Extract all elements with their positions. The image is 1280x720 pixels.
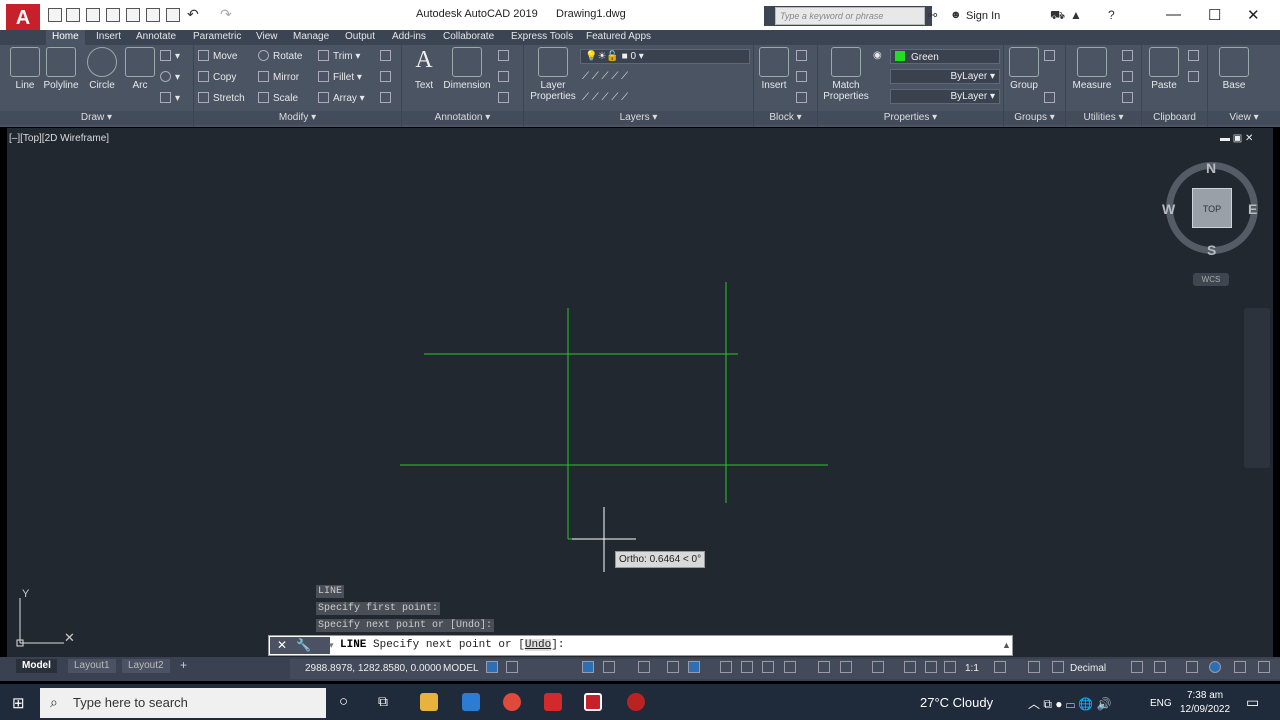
notifications-icon[interactable]: ▭ xyxy=(1246,694,1259,711)
ortho-icon[interactable] xyxy=(582,661,594,673)
gizmo-icon[interactable] xyxy=(872,661,884,673)
quick-properties-icon[interactable] xyxy=(1131,661,1143,673)
customization-icon[interactable] xyxy=(1258,661,1270,673)
clean-screen-icon[interactable] xyxy=(1234,661,1246,673)
drawing-lines xyxy=(16,282,828,647)
clock[interactable]: 7:38 am 12/09/2022 xyxy=(1180,689,1230,717)
add-layout-icon[interactable]: + xyxy=(180,658,187,672)
annotation-visibility-icon[interactable] xyxy=(904,661,916,673)
language-indicator[interactable]: ENG xyxy=(1150,698,1172,709)
model-space-button[interactable]: MODEL xyxy=(443,663,479,674)
navigation-bar[interactable] xyxy=(1244,308,1270,468)
undo-option[interactable]: Undo xyxy=(524,639,552,651)
recent-commands-icon[interactable]: ▾ xyxy=(329,640,334,651)
tab-layout2[interactable]: Layout2 xyxy=(122,659,170,673)
system-tray-icons[interactable]: ︿ ⧉ ● ▭ 🌐 🔊 xyxy=(1028,695,1112,712)
compass-north[interactable]: N xyxy=(1206,160,1216,176)
expand-history-icon[interactable]: ▲ xyxy=(1002,640,1011,650)
osnap-tracking-icon[interactable] xyxy=(667,661,679,673)
file-explorer-icon[interactable] xyxy=(420,693,438,711)
lineweight-icon[interactable] xyxy=(720,661,732,673)
screen-recorder-icon[interactable] xyxy=(627,693,645,711)
selection-cycling-icon[interactable] xyxy=(762,661,774,673)
isolate-objects-icon[interactable] xyxy=(1186,661,1198,673)
ucs-x-icon: ✕ xyxy=(64,630,75,645)
annotation-scale-value[interactable]: 1:1 xyxy=(965,663,979,674)
tab-layout1[interactable]: Layout1 xyxy=(68,659,116,673)
workspace-gear-icon[interactable] xyxy=(994,661,1006,673)
tab-model[interactable]: Model xyxy=(16,659,57,673)
hardware-acceleration-icon[interactable] xyxy=(1209,661,1221,673)
cortana-icon[interactable]: ○ xyxy=(339,693,348,710)
windows-start-icon[interactable]: ⊞ xyxy=(12,694,25,712)
weather-widget[interactable]: 27°C Cloudy xyxy=(920,695,993,710)
ucs-y-label: Y xyxy=(22,588,30,600)
compass-west[interactable]: W xyxy=(1162,201,1175,217)
compass-east[interactable]: E xyxy=(1248,201,1257,217)
units-icon[interactable] xyxy=(1052,661,1064,673)
command-prompt-end: ]: xyxy=(551,639,565,651)
annotation-monitor-icon[interactable] xyxy=(1028,661,1040,673)
isodraft-icon[interactable] xyxy=(638,661,650,673)
lock-ui-icon[interactable] xyxy=(1154,661,1166,673)
clock-date: 12/09/2022 xyxy=(1180,704,1231,715)
compass-south[interactable]: S xyxy=(1207,242,1216,258)
units-dropdown[interactable]: Decimal xyxy=(1070,663,1106,674)
close-cmd-icon[interactable]: ✕ xyxy=(277,638,287,652)
transparency-icon[interactable] xyxy=(741,661,753,673)
wps-office-icon[interactable] xyxy=(544,693,562,711)
viewcube-top-face[interactable]: TOP xyxy=(1192,188,1232,228)
task-view-icon[interactable]: ⧉ xyxy=(378,693,388,710)
customize-cmd-icon[interactable]: 🔧 xyxy=(296,638,311,652)
command-name: LINE xyxy=(340,639,367,651)
polar-icon[interactable] xyxy=(603,661,615,673)
coordinates-readout[interactable]: 2988.8978, 1282.8580, 0.0000 xyxy=(305,663,441,674)
selection-filter-icon[interactable] xyxy=(840,661,852,673)
history-line-2: Specify first point: xyxy=(316,602,441,615)
command-prompt-text: Specify next point or [ xyxy=(366,639,525,651)
annotation-scale-icon[interactable] xyxy=(944,661,956,673)
chrome-icon[interactable] xyxy=(503,693,521,711)
history-line-1: LINE xyxy=(316,585,345,598)
history-line-3: Specify next point or [Undo]: xyxy=(316,619,495,632)
ortho-tooltip: Ortho: 0.6464 < 0° xyxy=(615,551,706,568)
mail-icon[interactable] xyxy=(462,693,480,711)
taskbar-search-input[interactable]: Type here to search xyxy=(40,688,326,718)
autocad-taskbar-icon[interactable] xyxy=(584,693,602,711)
autoscale-icon[interactable] xyxy=(925,661,937,673)
grid-icon[interactable] xyxy=(486,661,498,673)
3d-osnap-icon[interactable] xyxy=(784,661,796,673)
osnap-icon[interactable] xyxy=(688,661,700,673)
search-icon: ⌕ xyxy=(50,694,58,710)
dynamic-ucs-icon[interactable] xyxy=(818,661,830,673)
clock-time: 7:38 am xyxy=(1186,690,1224,701)
command-prompt[interactable]: LINE Specify next point or [Undo]: xyxy=(340,639,564,651)
snap-icon[interactable] xyxy=(506,661,518,673)
wcs-menu[interactable]: WCS xyxy=(1193,273,1229,286)
